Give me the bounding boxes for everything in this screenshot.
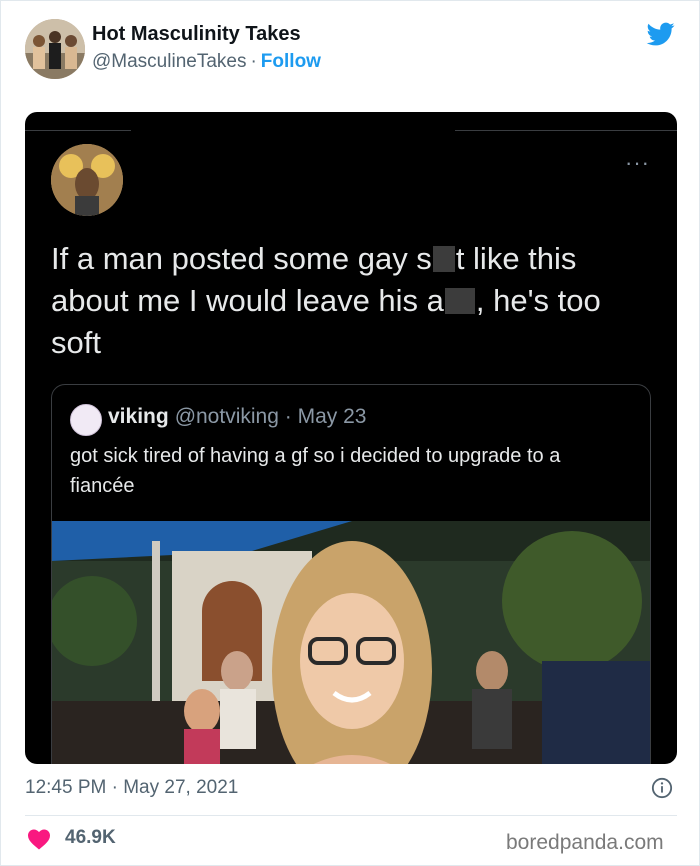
more-options-icon[interactable]: ··· <box>625 150 650 176</box>
tweet-timestamp[interactable]: 12:45 PM · May 27, 2021 <box>25 777 238 799</box>
tweet-text-part: about me I would leave his a <box>51 283 444 318</box>
separator-dot: · <box>284 405 292 428</box>
divider-line <box>455 130 677 131</box>
author-avatar[interactable] <box>25 19 85 79</box>
quoted-tweet-text: got sick tired of having a gf so i decid… <box>70 445 561 497</box>
follow-button[interactable]: Follow <box>261 51 321 72</box>
quoted-tweet[interactable]: viking @notviking · May 23 got sick tired… <box>51 384 651 764</box>
quoted-tweet-header: viking @notviking · May 23 <box>108 405 366 429</box>
inner-author-avatar <box>51 144 123 216</box>
tweet-card: Hot Masculinity Takes @MasculineTakes · Fo… <box>0 0 700 866</box>
embedded-screenshot: ··· If a man posted some gay s t like thi… <box>25 112 677 764</box>
tweet-text-part: , he's too <box>475 283 601 318</box>
quoted-tweet-date: May 23 <box>297 405 367 428</box>
censor-block <box>432 246 455 272</box>
source-watermark: boredpanda.com <box>506 831 664 854</box>
quoted-author-avatar <box>70 404 102 436</box>
censor-block <box>444 288 475 314</box>
info-icon[interactable] <box>651 777 673 799</box>
quoted-author-handle: @notviking <box>174 405 279 428</box>
twitter-bird-icon[interactable] <box>645 20 677 48</box>
author-meta: @MasculineTakes · Follow <box>92 51 321 73</box>
embedded-tweet-text: If a man posted some gay s t like this ab… <box>51 238 651 364</box>
quoted-tweet-photo[interactable] <box>52 521 650 764</box>
author-handle[interactable]: @MasculineTakes <box>92 51 246 72</box>
tweet-text-part: t like this <box>455 241 577 276</box>
quoted-author-name: viking <box>108 405 169 428</box>
heart-icon[interactable] <box>27 828 51 850</box>
author-display-name[interactable]: Hot Masculinity Takes <box>92 23 301 46</box>
divider-line <box>25 130 131 131</box>
footer-divider <box>25 815 677 816</box>
separator-dot: · <box>250 51 257 72</box>
like-count[interactable]: 46.9K <box>65 827 116 849</box>
tweet-text-part: If a man posted some gay s <box>51 241 432 276</box>
tweet-text-part: soft <box>51 325 101 360</box>
